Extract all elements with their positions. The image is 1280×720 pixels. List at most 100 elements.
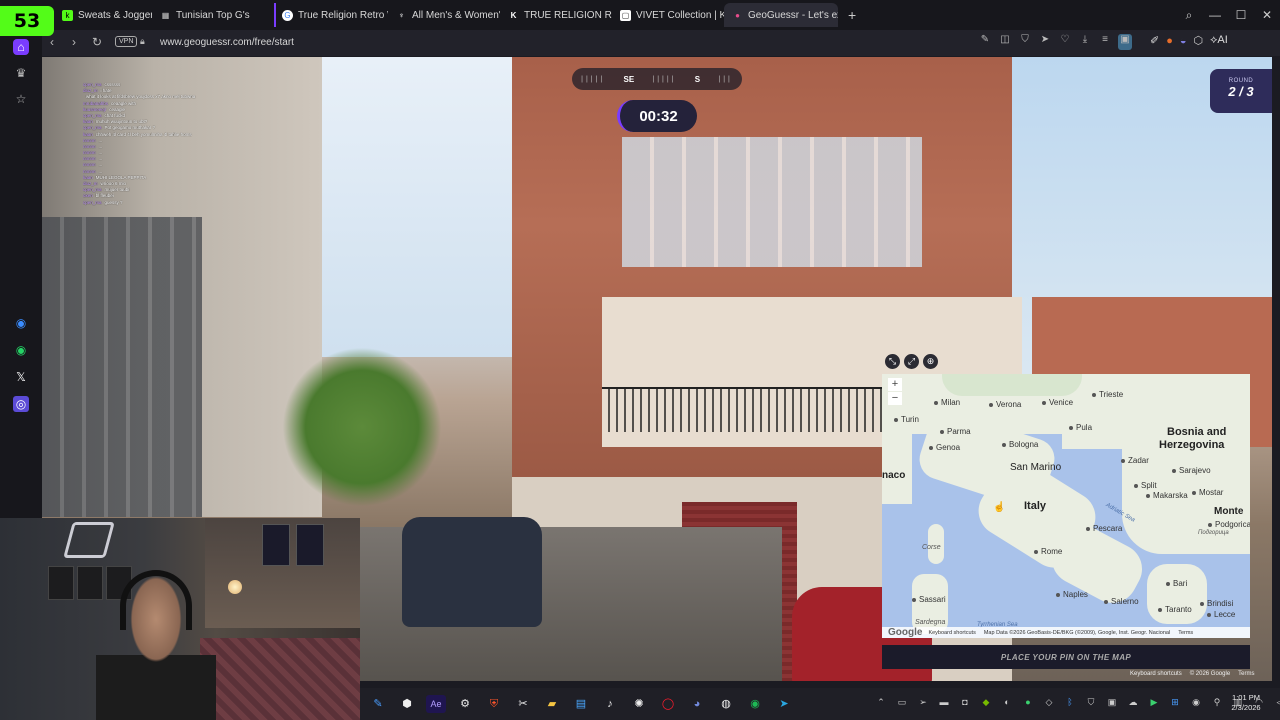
tab-all-mens-womens[interactable]: ♆ All Men's & Women's Clot	[388, 3, 501, 27]
heart-icon[interactable]: ♡	[1058, 34, 1072, 50]
tab-geoguessr[interactable]: ● GeoGuessr - Let's expl	[724, 3, 838, 27]
chat-username: kaan	[83, 119, 93, 125]
settings-icon[interactable]: ⚙	[455, 695, 475, 713]
tab-true-religion-wool[interactable]: G True Religion Retro Wool	[274, 3, 388, 27]
tray-nvidia-icon[interactable]: ◆	[979, 697, 993, 708]
chat-text: mujuer tuubi	[104, 187, 130, 193]
system-clock[interactable]: 1:01 PM 2/3/2026	[1218, 693, 1274, 713]
url-field[interactable]: www.geoguessr.com/free/start	[160, 37, 294, 48]
guess-map[interactable]: + − Milan Verona Venice Trieste Turin Pa…	[882, 374, 1250, 638]
edit-icon[interactable]: ✎	[978, 34, 992, 50]
maximize-icon[interactable]: ☐	[1228, 8, 1254, 22]
tray-win-icon[interactable]: ⊞	[1168, 697, 1182, 708]
tray-steam-icon[interactable]: ◐	[1000, 697, 1014, 708]
tray-cloud-icon[interactable]: ☁	[1126, 697, 1140, 708]
send-icon[interactable]: ➤	[1038, 34, 1052, 50]
tab-true-religion-retro[interactable]: K TRUE RELIGION Retro Wo	[500, 3, 612, 27]
map-terms-link[interactable]: Terms	[1178, 630, 1193, 636]
city-rome: Rome	[1034, 547, 1062, 556]
sv-shortcuts-link[interactable]: Keyboard shortcuts	[1130, 671, 1182, 677]
minimize-icon[interactable]: —	[1202, 8, 1228, 22]
pin-icon[interactable]: ✎	[368, 695, 388, 713]
chat-text: cssssss	[104, 82, 121, 87]
close-icon[interactable]: ✕	[1254, 8, 1280, 22]
map-shortcuts-link[interactable]: Keyboard shortcuts	[928, 630, 975, 636]
sv-terms-link[interactable]: Terms	[1238, 671, 1254, 677]
crown-icon[interactable]: ♛	[13, 65, 29, 81]
whatsapp-icon[interactable]: ◉	[13, 342, 29, 358]
capcut-icon[interactable]: ✂	[513, 695, 533, 713]
vpn-badge[interactable]: VPN	[115, 36, 138, 47]
app-sidebar-icon[interactable]: ◎	[13, 396, 29, 412]
tiktok-icon[interactable]: ♪	[600, 695, 620, 713]
map-zoom-out[interactable]: −	[888, 392, 902, 405]
ae-icon[interactable]: Ae	[426, 695, 446, 713]
fox-icon[interactable]: ●	[1166, 35, 1173, 47]
profile-icon[interactable]: ▣	[1118, 34, 1132, 50]
browser-sidebar: ⌂ ♛ ☆ ◉ ◉ 𝕏 ◎	[0, 30, 42, 520]
notes-icon[interactable]: ▤	[571, 695, 591, 713]
discord-icon[interactable]: ◕	[687, 695, 707, 713]
star-icon[interactable]: ☆	[13, 91, 29, 107]
chevron-up-icon[interactable]: ⌃	[874, 697, 888, 708]
messenger-icon[interactable]: ◉	[13, 315, 29, 331]
chat-ext-icon[interactable]: ◒	[1180, 35, 1187, 47]
chatgpt-icon[interactable]: ✺	[629, 695, 649, 713]
shrink-map-icon[interactable]: ⤢	[904, 354, 919, 369]
new-tab-button[interactable]: +	[838, 3, 864, 27]
chat-text: ...	[98, 156, 103, 162]
chat-username: cpen_ma	[83, 187, 102, 193]
expand-map-icon[interactable]: ⤡	[885, 354, 900, 369]
brave-icon[interactable]: ⛨	[484, 695, 504, 713]
tray-send-icon[interactable]: ➢	[916, 697, 930, 708]
chat-username: nnnnn	[83, 143, 96, 149]
enclosed-balcony	[622, 137, 922, 267]
bed	[200, 638, 360, 720]
tray-battery-icon[interactable]: ▬	[937, 697, 951, 708]
tray-green-icon[interactable]: ●	[1021, 697, 1035, 708]
home-icon[interactable]: ⌂	[13, 39, 29, 55]
tray-play-icon[interactable]: ▶	[1147, 697, 1161, 708]
tab-sweats-joggers[interactable]: k Sweats & Joggers	[54, 3, 152, 27]
menu-icon[interactable]: ≡	[1098, 34, 1112, 50]
reload-icon[interactable]: ↻	[92, 35, 102, 49]
spotify-icon[interactable]: ◉	[745, 695, 765, 713]
tray-cam-icon[interactable]: ◘	[958, 697, 972, 708]
x-icon[interactable]: 𝕏	[13, 369, 29, 385]
tab-vivet-collection[interactable]: ▢ VIVET Collection | Kai Cen	[612, 3, 724, 27]
cube-icon[interactable]: ⬢	[397, 695, 417, 713]
shield-icon[interactable]: ⛉	[1018, 34, 1032, 50]
tab-tunisian-top-gs[interactable]: ▦ Tunisian Top G's	[152, 3, 274, 27]
city-split: Split	[1134, 481, 1157, 490]
volume-icon[interactable]: ◁	[1273, 697, 1280, 708]
forward-icon[interactable]: ›	[72, 35, 76, 49]
window-controls: ⌕ — ☐ ✕	[1176, 0, 1280, 30]
tray-lock-icon[interactable]: ▣	[1105, 697, 1119, 708]
bluetooth-icon[interactable]: ᛒ	[1063, 697, 1077, 708]
cube-ext-icon[interactable]: ⬡	[1194, 34, 1204, 47]
camera-icon[interactable]: ◫	[998, 34, 1012, 50]
place-pin-button[interactable]: PLACE YOUR PIN ON THE MAP	[882, 645, 1250, 669]
tray-shield-icon[interactable]: ⛉	[1084, 697, 1098, 708]
opera-icon[interactable]: ◯	[658, 695, 678, 713]
download-icon[interactable]: ⤓	[1078, 34, 1092, 50]
lock-icon[interactable]: 🔒︎	[140, 36, 145, 47]
map-zoom-in[interactable]: +	[888, 378, 902, 391]
compass-heading-s: S	[694, 74, 701, 84]
chat-username: oxen	[83, 193, 93, 199]
pen-icon[interactable]: ✐	[1150, 34, 1159, 47]
search-tabs-icon[interactable]: ⌕	[1176, 8, 1202, 23]
city-mostar: Mostar	[1192, 488, 1223, 497]
lamp	[228, 580, 242, 594]
pin-map-icon[interactable]: ⊕	[923, 354, 938, 369]
app-icon[interactable]: ◍	[716, 695, 736, 713]
back-icon[interactable]: ‹	[50, 35, 54, 49]
chat-text: ...	[98, 143, 103, 149]
telegram-icon[interactable]: ➤	[774, 695, 794, 713]
tray-dot-icon[interactable]: ◇	[1042, 697, 1056, 708]
ai-button[interactable]: ⟡AI	[1210, 34, 1228, 47]
files-icon[interactable]: ▰	[542, 695, 562, 713]
tray-app-icon[interactable]: ▭	[895, 697, 909, 708]
tray-ball-icon[interactable]: ◉	[1189, 697, 1203, 708]
land-monaco-coast	[882, 434, 912, 504]
